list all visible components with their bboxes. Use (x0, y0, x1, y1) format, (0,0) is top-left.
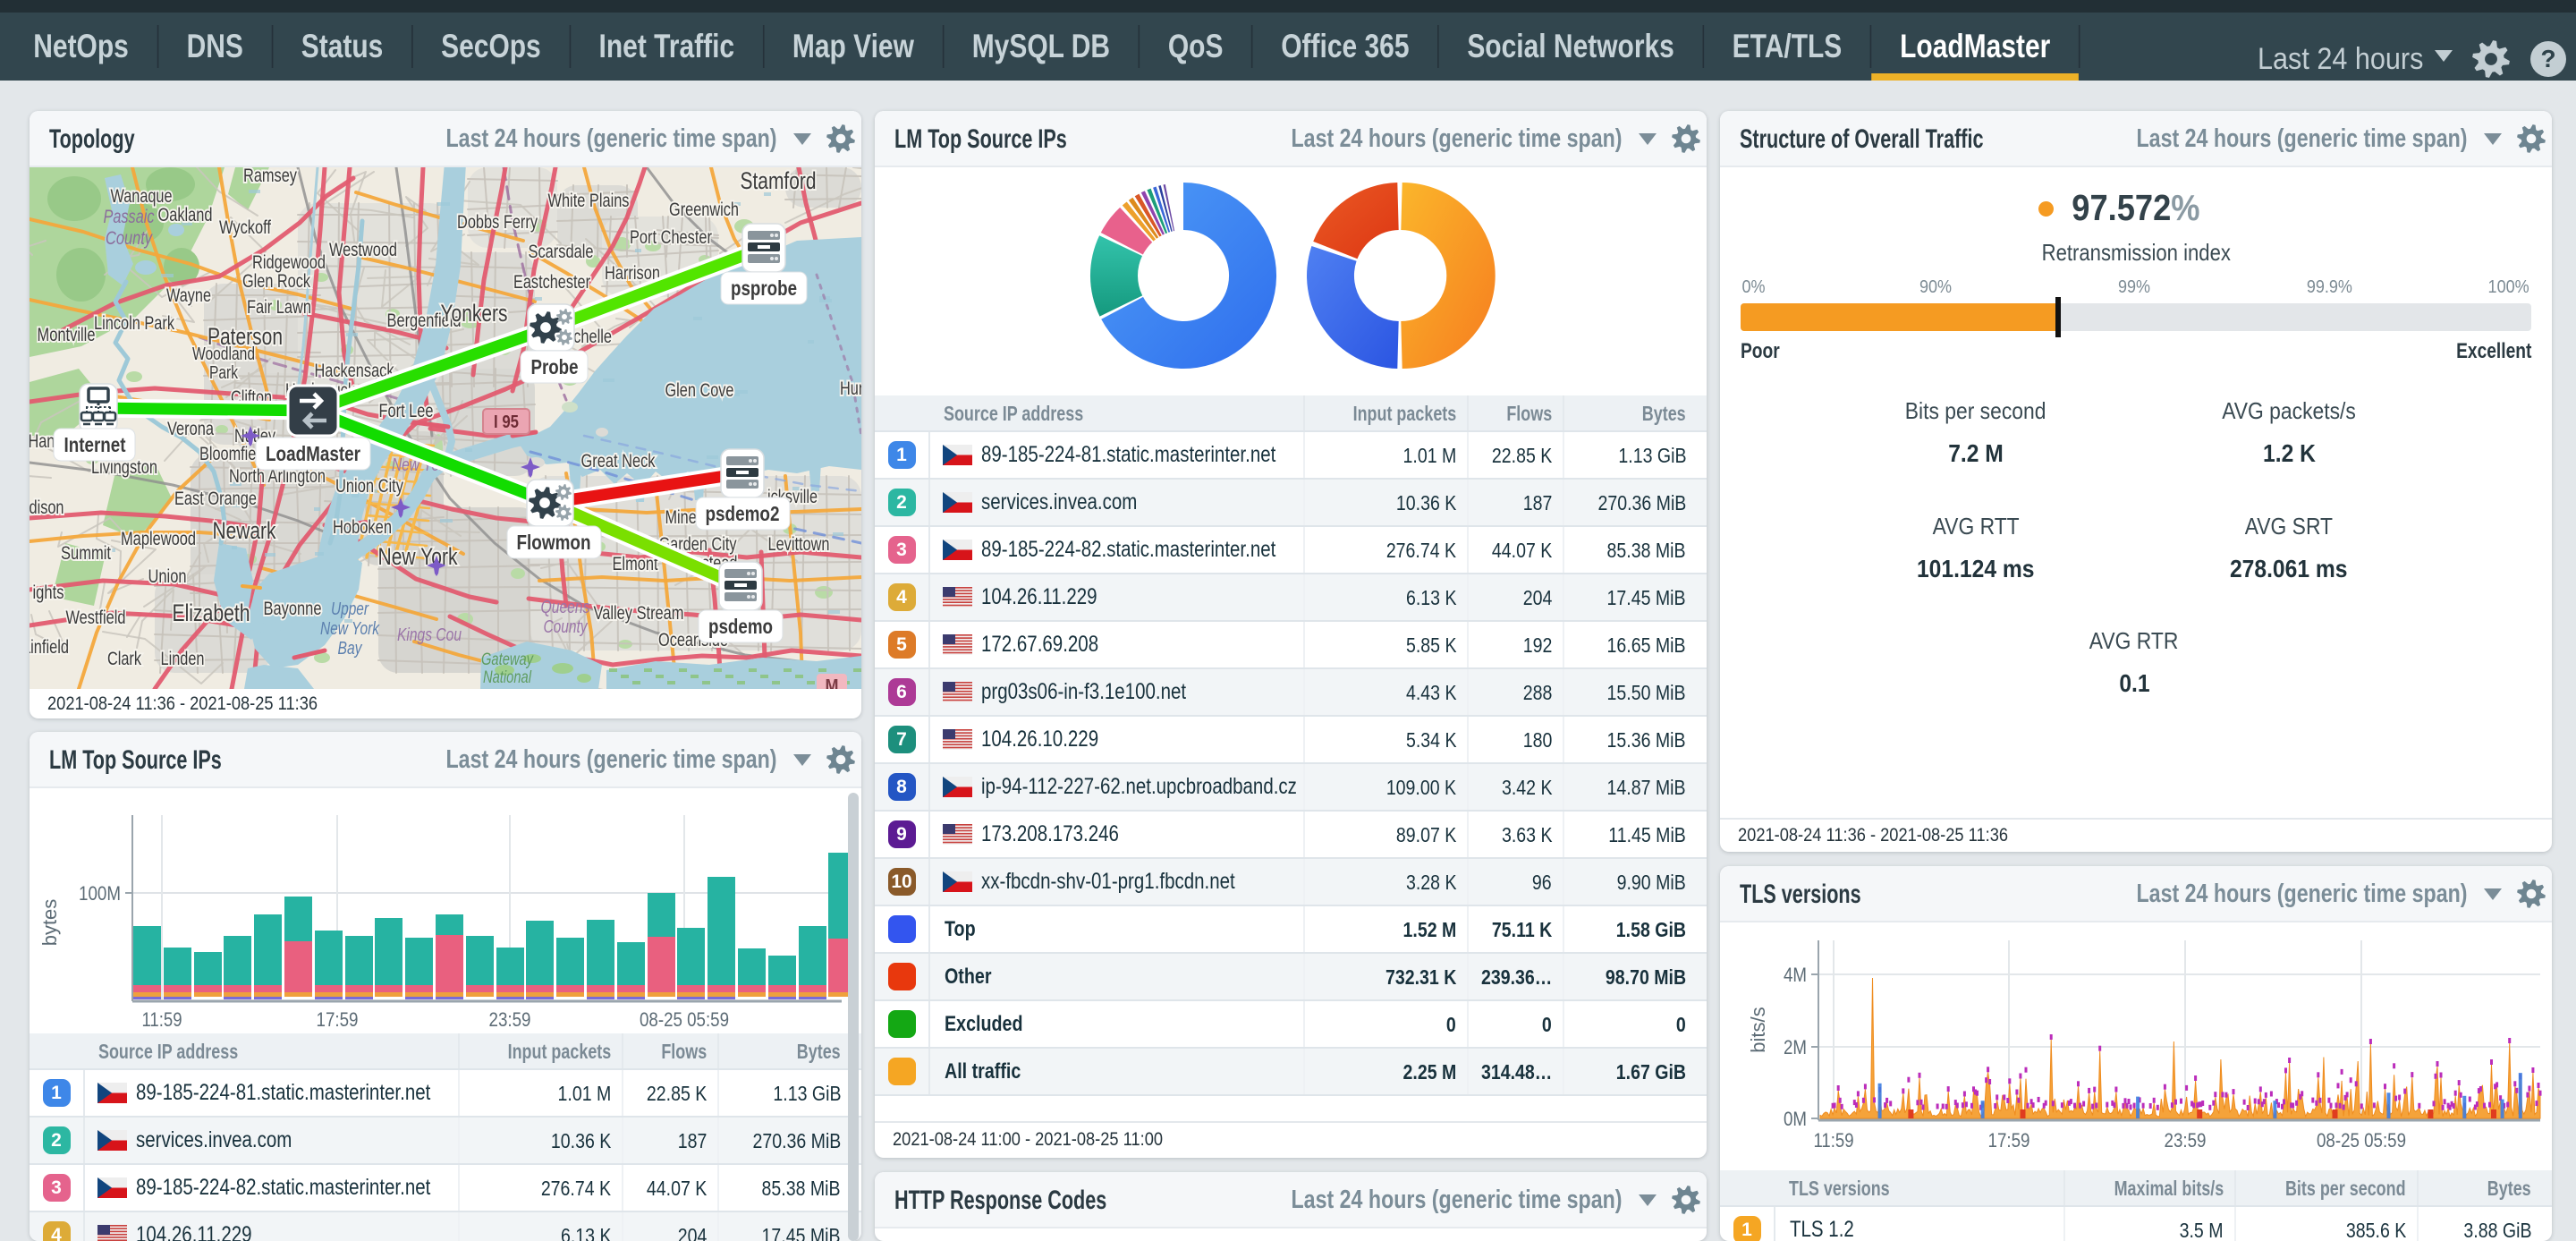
svg-text:East Orange: East Orange (174, 489, 257, 509)
svg-text:Wayne: Wayne (166, 285, 211, 306)
svg-text:Lincoln Park: Lincoln Park (94, 313, 174, 334)
svg-text:0M: 0M (1784, 1108, 1807, 1130)
svg-text:23:59: 23:59 (2165, 1129, 2207, 1152)
svg-text:bytes: bytes (38, 899, 61, 947)
svg-text:I 95: I 95 (494, 412, 519, 432)
svg-text:Scarsdale: Scarsdale (529, 242, 594, 262)
svg-text:Westwood: Westwood (329, 240, 397, 260)
svg-text:Elizabeth: Elizabeth (173, 599, 250, 626)
svg-text:Wyckoff: Wyckoff (219, 217, 271, 238)
svg-text:County: County (106, 228, 153, 249)
svg-text:Probe: Probe (531, 355, 579, 378)
svg-text:Upper: Upper (331, 599, 369, 619)
svg-text:11:59: 11:59 (142, 1008, 182, 1031)
svg-text:4M: 4M (1784, 964, 1807, 986)
svg-text:Eastchester: Eastchester (513, 272, 590, 293)
svg-text:Hoboken: Hoboken (333, 517, 392, 538)
svg-text:Gateway: Gateway (481, 650, 534, 669)
svg-text:Union: Union (148, 566, 187, 587)
svg-text:Westfield: Westfield (66, 608, 126, 628)
svg-text:Glen Rock: Glen Rock (242, 271, 310, 292)
svg-text:psprobe: psprobe (731, 276, 797, 300)
svg-text:White Plains: White Plains (548, 191, 630, 211)
svg-text:Ramsey: Ramsey (243, 167, 297, 186)
svg-text:M: M (826, 676, 839, 689)
svg-text:23:59: 23:59 (489, 1008, 531, 1031)
svg-text:Clark: Clark (107, 649, 141, 669)
svg-text:Kings Cou: Kings Cou (397, 625, 462, 645)
svg-text:Fair Lawn: Fair Lawn (247, 297, 311, 318)
svg-text:Glen Cove: Glen Cove (665, 380, 734, 401)
svg-text:ainfield: ainfield (30, 637, 69, 658)
svg-text:Montville: Montville (38, 325, 96, 345)
svg-text:Woodland: Woodland (192, 344, 255, 364)
svg-text:Summit: Summit (61, 543, 111, 564)
svg-text:National: National (483, 668, 532, 687)
svg-text:08-25 05:59: 08-25 05:59 (640, 1008, 729, 1031)
svg-text:Newark: Newark (213, 517, 276, 544)
svg-text:Levittown: Levittown (768, 534, 830, 555)
svg-text:Park: Park (209, 363, 239, 383)
svg-text:psdemo: psdemo (708, 615, 773, 638)
svg-text:Internet: Internet (64, 433, 126, 456)
svg-text:Maplewood: Maplewood (121, 529, 196, 549)
svg-text:Port Chester: Port Chester (630, 227, 712, 248)
svg-text:17:59: 17:59 (1988, 1129, 2030, 1152)
svg-text:Queens: Queens (541, 598, 590, 617)
svg-text:?: ? (2540, 45, 2555, 72)
svg-text:Greenwich: Greenwich (669, 200, 739, 220)
svg-text:ights: ights (33, 582, 64, 603)
svg-text:Great Neck: Great Neck (581, 451, 656, 472)
svg-text:2M: 2M (1784, 1036, 1807, 1058)
svg-text:New York: New York (320, 619, 380, 639)
svg-text:11:59: 11:59 (1814, 1129, 1854, 1152)
svg-text:Linden: Linden (161, 649, 205, 669)
svg-text:Yonkers: Yonkers (441, 300, 508, 327)
svg-text:Union City: Union City (335, 476, 403, 497)
svg-text:17:59: 17:59 (317, 1008, 359, 1031)
svg-text:Valley Stream: Valley Stream (594, 603, 684, 624)
svg-text:Dobbs Ferry: Dobbs Ferry (457, 212, 538, 233)
svg-text:dison: dison (30, 497, 64, 518)
svg-text:Flowmon: Flowmon (517, 531, 591, 554)
svg-text:Ridgewood: Ridgewood (252, 252, 326, 273)
svg-text:100M: 100M (79, 882, 121, 905)
svg-text:Fort Lee: Fort Lee (379, 401, 434, 421)
svg-text:psdemo2: psdemo2 (706, 502, 780, 525)
svg-text:Wanaque: Wanaque (111, 186, 173, 207)
svg-text:Bay: Bay (338, 639, 363, 659)
svg-text:Passaic: Passaic (104, 207, 155, 227)
svg-text:LoadMaster: LoadMaster (266, 442, 360, 465)
svg-text:Hun: Hun (840, 378, 861, 399)
svg-text:County: County (544, 617, 589, 637)
svg-text:Bayonne: Bayonne (264, 599, 322, 619)
svg-text:New York: New York (378, 543, 458, 570)
svg-text:Verona: Verona (167, 419, 214, 439)
svg-text:08-25 05:59: 08-25 05:59 (2317, 1129, 2406, 1152)
svg-text:Oakland: Oakland (158, 205, 213, 225)
svg-text:bits/s: bits/s (1747, 1007, 1769, 1052)
svg-text:Stamford: Stamford (741, 167, 817, 194)
